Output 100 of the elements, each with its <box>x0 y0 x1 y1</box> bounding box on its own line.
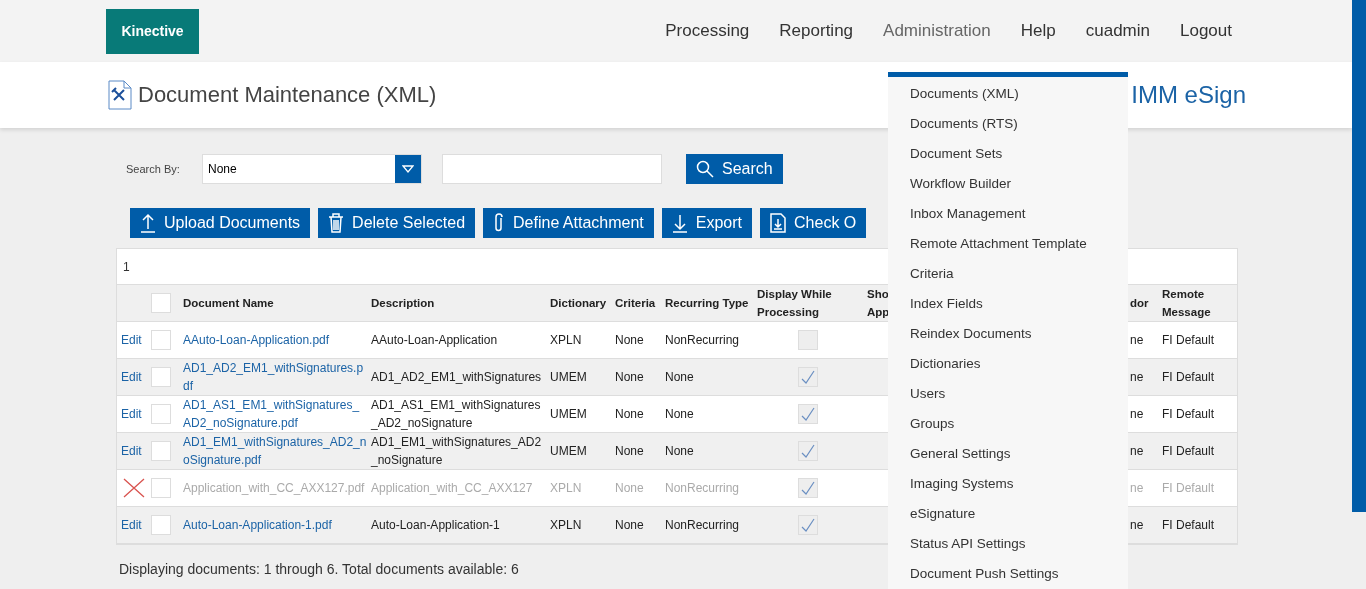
menu-item[interactable]: Remote Attachment Template <box>888 229 1128 259</box>
table-cell-text: UMEM <box>549 443 588 460</box>
column-header: dor <box>1130 296 1150 311</box>
table-cell-text: None <box>614 480 645 497</box>
nav-link[interactable]: cuadmin <box>1085 21 1150 41</box>
menu-item[interactable]: Status API Settings <box>888 529 1128 559</box>
menu-item[interactable]: Inbox Management <box>888 199 1128 229</box>
search-by-select[interactable]: None <box>202 154 422 184</box>
menu-item[interactable]: Imaging Systems <box>888 469 1128 499</box>
table-cell-text: ne <box>1130 517 1145 534</box>
logo: Kinective <box>106 8 199 54</box>
table-cell-text: ne <box>1130 332 1145 349</box>
menu-item[interactable]: Index Fields <box>888 289 1128 319</box>
table-cell-text: NonRecurring <box>664 480 741 497</box>
menu-item[interactable]: eSignature <box>888 499 1128 529</box>
table-cell-text: Application_with_CC_AXX127 <box>370 480 534 497</box>
row-checkbox[interactable] <box>151 367 171 387</box>
search-button[interactable]: Search <box>686 154 783 184</box>
column-header: Display While Processing <box>756 287 833 320</box>
table-cell-text: AD1_AD2_EM1_withSignatures <box>370 369 543 386</box>
document-link[interactable]: AD1_EM1_withSignatures_AD2_noSignature.pdf <box>179 433 367 469</box>
menu-item[interactable]: Reindex Documents <box>888 319 1128 349</box>
column-header: Description <box>370 296 436 311</box>
table-cell-text: ne <box>1130 443 1145 460</box>
status-text: Displaying documents: 1 through 6. Total documents available: 6 <box>119 561 519 577</box>
paperclip-icon <box>493 213 506 233</box>
menu-item[interactable]: Document Sets <box>888 139 1128 169</box>
nav-link[interactable]: Administration <box>883 21 991 41</box>
table-cell-text: ne <box>1130 406 1145 423</box>
nav-link[interactable]: Help <box>1020 21 1056 41</box>
row-checkbox[interactable] <box>151 478 171 498</box>
select-all-checkbox[interactable] <box>151 293 171 313</box>
table-cell-text: FI Default <box>1161 517 1216 534</box>
table-cell-text: ne <box>1130 369 1145 386</box>
search-field[interactable] <box>442 154 662 184</box>
row-checkbox[interactable] <box>151 515 171 535</box>
column-header: Dictionary <box>549 296 608 311</box>
nav-link[interactable]: Reporting <box>779 21 854 41</box>
nav-link[interactable]: Logout <box>1180 21 1232 41</box>
table-cell-text: Auto-Loan-Application-1 <box>370 517 501 534</box>
table-cell-text: ne <box>1130 480 1145 497</box>
toolbar-button[interactable]: Define Attachment <box>483 208 654 238</box>
table-cell-text: None <box>664 443 695 460</box>
edit-link[interactable]: Edit <box>117 368 151 386</box>
table-cell-text: FI Default <box>1161 443 1216 460</box>
document-link[interactable]: AAuto-Loan-Application.pdf <box>179 331 367 349</box>
search-label: Search By: <box>126 163 181 175</box>
column-header: Remote Message <box>1161 287 1212 320</box>
toolbar-button[interactable]: Delete Selected <box>318 208 476 238</box>
table-cell-text: FI Default <box>1161 480 1216 497</box>
table-cell-text: AD1_AS1_EM1_withSignatures_AD2_noSignature <box>370 397 542 432</box>
table-cell-text: FI Default <box>1161 406 1216 423</box>
row-checkbox[interactable] <box>151 441 171 461</box>
table-cell-text: FI Default <box>1161 369 1216 386</box>
table-cell-text: None <box>664 406 695 423</box>
column-header: Document Name <box>182 296 275 311</box>
table-cell-text: None <box>614 369 645 386</box>
edit-link[interactable]: Edit <box>117 516 151 534</box>
search-icon <box>696 160 714 178</box>
page-link[interactable]: 1 <box>123 259 130 274</box>
menu-item[interactable]: Dictionaries <box>888 349 1128 379</box>
table-cell-text: None <box>664 369 695 386</box>
edit-link[interactable]: Edit <box>117 442 151 460</box>
document-link[interactable]: Auto-Loan-Application-1.pdf <box>179 516 367 534</box>
column-header: Recurring Type <box>664 296 750 311</box>
menu-item[interactable]: General Settings <box>888 439 1128 469</box>
row-checkbox[interactable] <box>151 330 171 350</box>
menu-item[interactable]: Users <box>888 379 1128 409</box>
menu-item[interactable]: Document Push Settings <box>888 559 1128 589</box>
menu-item[interactable]: Documents (RTS) <box>888 109 1128 139</box>
trash-icon <box>328 213 345 233</box>
menu-item[interactable]: Documents (XML) <box>888 79 1128 109</box>
menu-item[interactable]: Workflow Builder <box>888 169 1128 199</box>
caret-icon <box>402 165 414 173</box>
row-checkbox[interactable] <box>151 404 171 424</box>
menu-item[interactable]: Criteria <box>888 259 1128 289</box>
document-link[interactable]: AD1_AS1_EM1_withSignatures_AD2_noSignature.pdf <box>179 396 367 432</box>
download-icon <box>671 213 688 233</box>
document-tools-icon <box>108 80 132 110</box>
edit-link[interactable]: Edit <box>117 405 151 423</box>
document-link[interactable]: AD1_AD2_EM1_withSignatures.pdf <box>179 359 367 395</box>
document-download-icon <box>770 213 787 233</box>
column-header: Sho App <box>866 287 891 320</box>
table-cell-text: UMEM <box>549 406 588 423</box>
table-cell-text: AD1_EM1_withSignatures_AD2_noSignature <box>370 434 543 469</box>
table-cell-text: NonRecurring <box>664 332 741 349</box>
table-cell-text: None <box>614 406 645 423</box>
table-cell-text: XPLN <box>549 332 583 349</box>
toolbar-button[interactable]: Upload Documents <box>130 208 311 238</box>
nav-link[interactable]: Processing <box>665 21 750 41</box>
table-cell-text: XPLN <box>549 480 583 497</box>
table-cell-text: FI Default <box>1161 332 1216 349</box>
product-name: IMM eSign <box>1131 81 1246 109</box>
edit-link[interactable]: Edit <box>117 331 151 349</box>
toolbar-button[interactable]: Check O <box>760 208 867 238</box>
toolbar-button[interactable]: Export <box>661 208 753 238</box>
column-header: Criteria <box>614 296 657 311</box>
table-cell-text: UMEM <box>549 369 588 386</box>
menu-item[interactable]: Groups <box>888 409 1128 439</box>
table-cell-text: XPLN <box>549 517 583 534</box>
